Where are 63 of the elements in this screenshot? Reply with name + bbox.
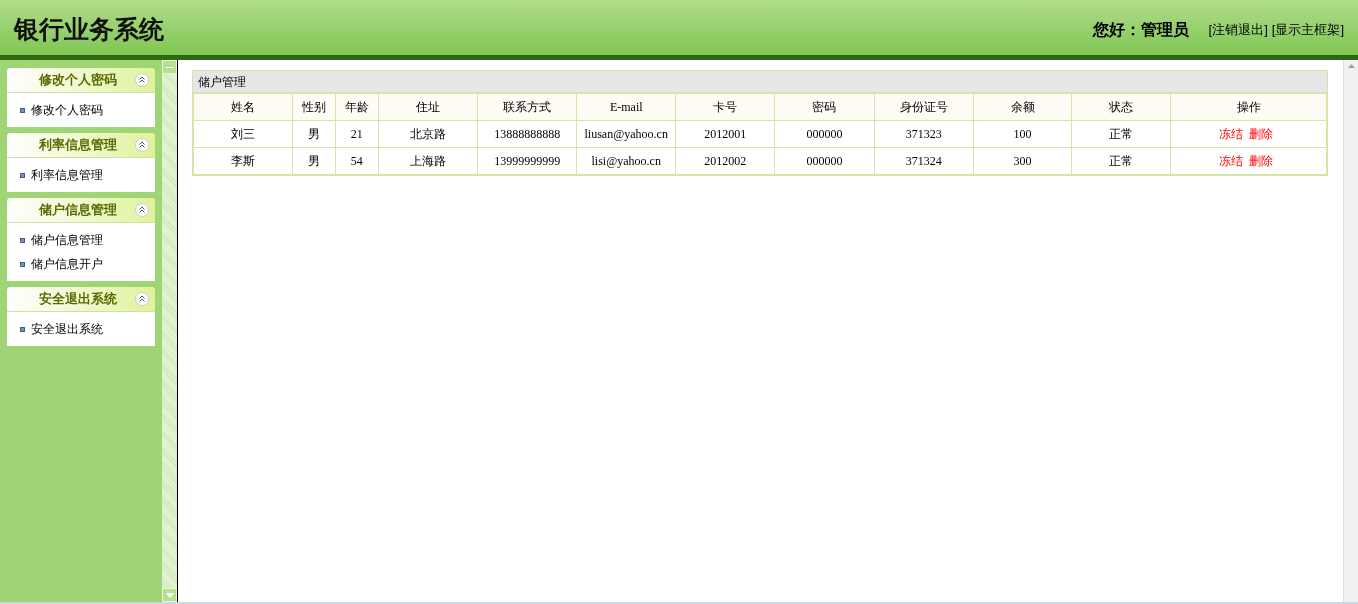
column-header: 姓名: [193, 93, 293, 121]
column-header: 操作: [1170, 93, 1327, 121]
table-cell: 000000: [774, 120, 875, 148]
table-cell: 371323: [874, 120, 974, 148]
panel-title: 储户管理: [198, 73, 246, 91]
table-cell: 54: [335, 147, 379, 175]
header-link[interactable]: [注销退出]: [1208, 19, 1268, 40]
bullet-icon: [20, 237, 25, 243]
caret-icon: [165, 592, 174, 598]
table-cell: 李斯: [193, 147, 293, 175]
menu-group-header[interactable]: 储户信息管理: [7, 198, 155, 223]
table-cell: 男: [292, 147, 336, 175]
table-cell: 正常: [1072, 147, 1171, 175]
collapse-icon[interactable]: [135, 73, 149, 87]
column-header: 性别: [292, 93, 336, 121]
bullet-icon: [20, 326, 25, 332]
table-cell: 21: [335, 120, 379, 148]
app-title: 银行业务系统: [14, 13, 164, 46]
table-cell: 正常: [1072, 120, 1171, 148]
table-cell: 北京路: [378, 120, 478, 148]
action-link[interactable]: 冻结: [1218, 152, 1243, 170]
table-cell: 300: [973, 147, 1072, 175]
table-cell: 上海路: [378, 147, 478, 175]
column-header: 卡号: [675, 93, 775, 121]
column-header: 身份证号: [874, 93, 974, 121]
menu-group-header[interactable]: 修改个人密码: [7, 68, 155, 93]
table-cell: liusan@yahoo.cn: [576, 120, 676, 148]
menu-item[interactable]: 安全退出系统: [7, 317, 155, 341]
menu-item[interactable]: 修改个人密码: [7, 98, 155, 122]
action-link[interactable]: 删除: [1248, 125, 1273, 143]
action-link[interactable]: 删除: [1248, 152, 1273, 170]
action-link[interactable]: 冻结: [1218, 125, 1243, 143]
menu-item[interactable]: 储户信息管理: [7, 228, 155, 252]
menu-item[interactable]: 储户信息开户: [7, 252, 155, 276]
table-cell: 2012001: [675, 120, 775, 148]
column-header: 联系方式: [477, 93, 577, 121]
minus-icon: [165, 66, 174, 68]
column-header: 状态: [1072, 93, 1171, 121]
collapse-icon[interactable]: [135, 138, 149, 152]
menu-group-header[interactable]: 安全退出系统: [7, 287, 155, 312]
menu-group-header[interactable]: 利率信息管理: [7, 133, 155, 158]
greeting: 您好：管理员: [1092, 19, 1189, 40]
column-header: 密码: [774, 93, 875, 121]
collapse-icon[interactable]: [135, 292, 149, 306]
table-cell: 000000: [774, 147, 875, 175]
bullet-icon: [20, 107, 25, 113]
table-cell: 371324: [874, 147, 974, 175]
bullet-icon: [20, 261, 25, 267]
table-cell: 2012002: [675, 147, 775, 175]
table-cell: lisi@yahoo.cn: [576, 147, 676, 175]
column-header: 余额: [973, 93, 1072, 121]
menu-item[interactable]: 利率信息管理: [7, 163, 155, 187]
table-cell: 男: [292, 120, 336, 148]
bullet-icon: [20, 172, 25, 178]
column-header: 住址: [378, 93, 478, 121]
table-cell: 100: [973, 120, 1072, 148]
table-cell: 刘三: [193, 120, 293, 148]
table-cell: 13888888888: [477, 120, 577, 148]
collapse-icon[interactable]: [135, 203, 149, 217]
column-header: 年龄: [335, 93, 379, 121]
column-header: E-mail: [576, 93, 676, 121]
table-cell: 13999999999: [477, 147, 577, 175]
header-link[interactable]: [显示主框架]: [1271, 19, 1344, 40]
